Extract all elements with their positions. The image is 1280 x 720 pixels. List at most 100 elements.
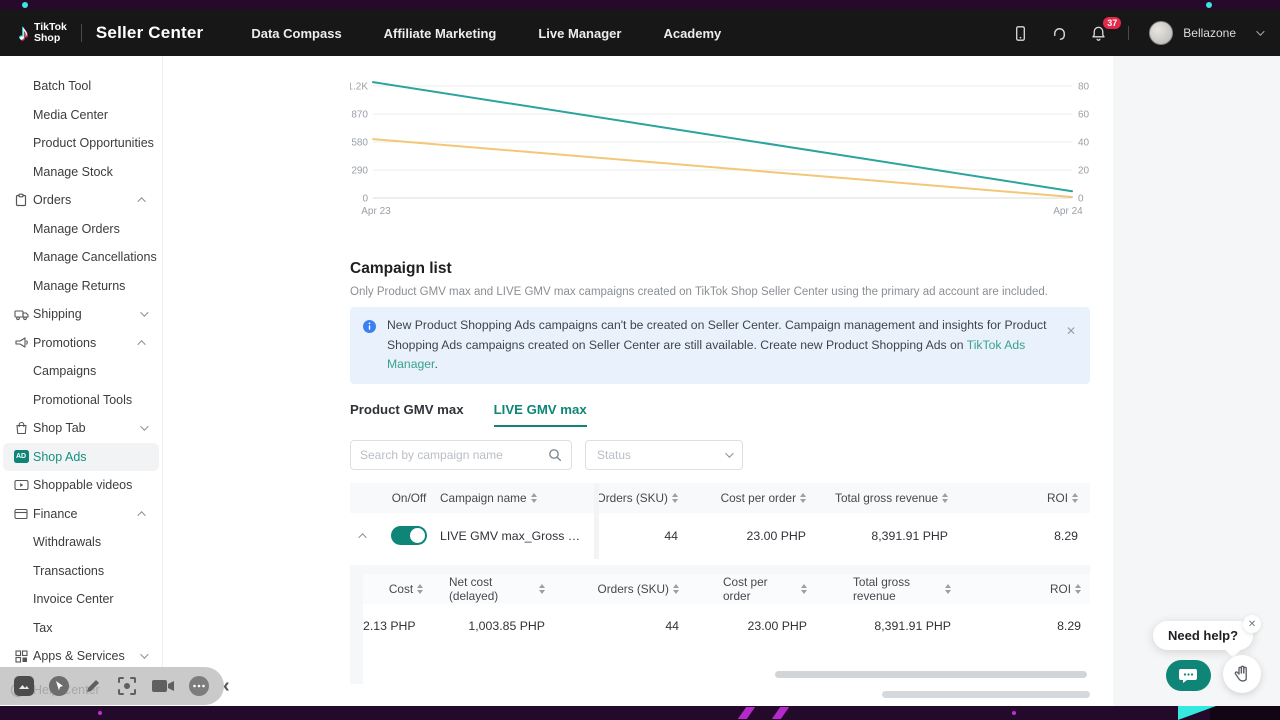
col-roi: ROI [990,491,1090,505]
sidebar-item-shipping[interactable]: Shipping [3,300,159,329]
status-filter-dropdown[interactable]: Status [585,440,743,470]
sort-icon[interactable] [942,493,948,503]
help-bubble-close-icon[interactable]: ✕ [1243,615,1261,633]
sidebar-item-campaigns[interactable]: Campaigns [3,357,159,386]
need-help-bubble[interactable]: Need help? ✕ [1153,621,1253,650]
campaign-row: LIVE GMV max_Gross revenue_... 44 23.00 … [350,513,1090,559]
sidebar-item-invoice-center[interactable]: Invoice Center [3,585,159,614]
sidebar-item-transactions[interactable]: Transactions [3,557,159,586]
grid-icon [13,648,29,664]
notifications-button[interactable]: 37 [1089,24,1108,43]
detail-horizontal-scrollbar[interactable] [775,671,1087,678]
nav-item-affiliate-marketing[interactable]: Affiliate Marketing [384,26,497,41]
sidebar-item-shoppable-videos[interactable]: Shoppable videos [3,471,159,500]
top-navbar: ♪ TikTokShop Seller Center Data Compass … [0,10,1280,56]
detail-row: 2.13 PHP 1,003.85 PHP 44 23.00 PHP 8,391… [363,604,1090,648]
live-chat-button[interactable] [1166,660,1211,691]
sort-icon[interactable] [801,584,807,594]
svg-text:870: 870 [351,110,368,121]
sort-icon[interactable] [673,584,679,594]
sort-icon[interactable] [531,493,537,503]
tab-live-gmv-max[interactable]: LIVE GMV max [494,402,587,427]
cell-cost-per-order: 23.00 PHP [704,529,832,543]
sidebar-item-manage-cancellations[interactable]: Manage Cancellations [3,243,159,272]
nav-item-data-compass[interactable]: Data Compass [251,26,341,41]
status-placeholder: Status [597,448,631,462]
collapse-row-icon[interactable] [358,533,366,541]
fixed-column-divider [594,483,599,559]
sidebar-item-batch-tool[interactable]: Batch Tool [3,72,159,101]
notification-badge: 37 [1103,17,1121,30]
info-banner: New Product Shopping Ads campaigns can't… [350,307,1090,384]
tiktok-logo-icon: ♪ [18,20,29,46]
chevron-up-icon [137,197,145,205]
sort-icon[interactable] [417,584,423,594]
sidebar-item-shop-ads[interactable]: AD Shop Ads [3,443,159,472]
sort-icon[interactable] [800,493,806,503]
decorative-bottom-bar [0,706,1280,720]
card-icon [13,506,29,522]
sort-icon[interactable] [539,584,545,594]
sidebar-item-withdrawals[interactable]: Withdrawals [3,528,159,557]
col-campaign-name: Campaign name [440,491,592,505]
search-input[interactable] [360,448,542,462]
sidebar-item-manage-stock[interactable]: Manage Stock [3,158,159,187]
table-horizontal-scrollbar[interactable] [882,691,1090,698]
campaign-name[interactable]: LIVE GMV max_Gross revenue_... [440,529,592,543]
svg-text:80: 80 [1078,82,1090,93]
avatar[interactable] [1149,21,1173,45]
banner-close-icon[interactable]: ✕ [1066,316,1076,338]
sidebar-item-promotions[interactable]: Promotions [3,329,159,358]
sort-icon[interactable] [945,584,951,594]
decorative-slash [772,707,789,719]
video-icon [13,477,29,493]
search-icon[interactable] [548,448,562,462]
sidebar: Batch Tool Media Center Product Opportun… [0,56,163,706]
sidebar-item-shop-tab[interactable]: Shop Tab [3,414,159,443]
megaphone-icon [13,335,29,351]
col-onoff: On/Off [378,491,440,505]
sidebar-item-media-center[interactable]: Media Center [3,101,159,130]
sidebar-item-manage-orders[interactable]: Manage Orders [3,215,159,244]
nav-item-academy[interactable]: Academy [663,26,721,41]
nav-item-live-manager[interactable]: Live Manager [538,26,621,41]
user-name[interactable]: Bellazone [1183,26,1236,40]
divider [81,24,82,42]
banner-text: New Product Shopping Ads campaigns can't… [387,316,1047,375]
raise-hand-button[interactable] [1223,655,1261,693]
svg-text:60: 60 [1078,110,1090,121]
campaign-search [350,440,572,470]
pen-icon[interactable] [83,676,103,696]
cell-cost: 2.13 PHP [363,619,449,633]
tab-product-gmv-max[interactable]: Product GMV max [350,402,464,427]
focus-capture-icon[interactable] [116,675,138,697]
camera-icon[interactable] [151,678,175,694]
sidebar-item-promotional-tools[interactable]: Promotional Tools [3,386,159,415]
chart-line-yellow [373,139,1072,197]
decorative-dot [1206,2,1212,8]
decorative-dot [22,2,28,8]
sort-icon[interactable] [1075,584,1081,594]
detail-table-header: Cost Net cost (delayed) Orders (SKU) Cos… [363,574,1090,604]
more-options-icon[interactable] [188,675,210,697]
sidebar-item-product-opportunities[interactable]: Product Opportunities [3,129,159,158]
clipboard-icon [13,192,29,208]
recorder-app-icon[interactable] [13,675,35,697]
chevron-down-icon[interactable] [1256,27,1264,35]
main-content: 1.2K 870 580 290 0 80 60 40 20 0 Apr 23 [163,56,1280,706]
sidebar-item-manage-returns[interactable]: Manage Returns [3,272,159,301]
support-headset-icon[interactable] [1050,24,1069,43]
campaign-toggle-on[interactable] [391,526,427,545]
recorder-toolbar: ‹ [0,667,224,705]
sidebar-item-tax[interactable]: Tax [3,614,159,643]
decorative-dot [1012,711,1016,715]
collapse-toolbar-icon[interactable]: ‹ [223,676,230,696]
mobile-app-icon[interactable] [1011,24,1030,43]
tiktok-shop-logo-text: TikTokShop [34,22,67,44]
section-subtitle: Only Product GMV max and LIVE GMV max ca… [350,286,1090,298]
sidebar-item-finance[interactable]: Finance [3,500,159,529]
recorder-cursor-icon[interactable] [48,675,70,697]
sort-icon[interactable] [1072,493,1078,503]
sidebar-item-orders[interactable]: Orders [3,186,159,215]
sort-icon[interactable] [672,493,678,503]
